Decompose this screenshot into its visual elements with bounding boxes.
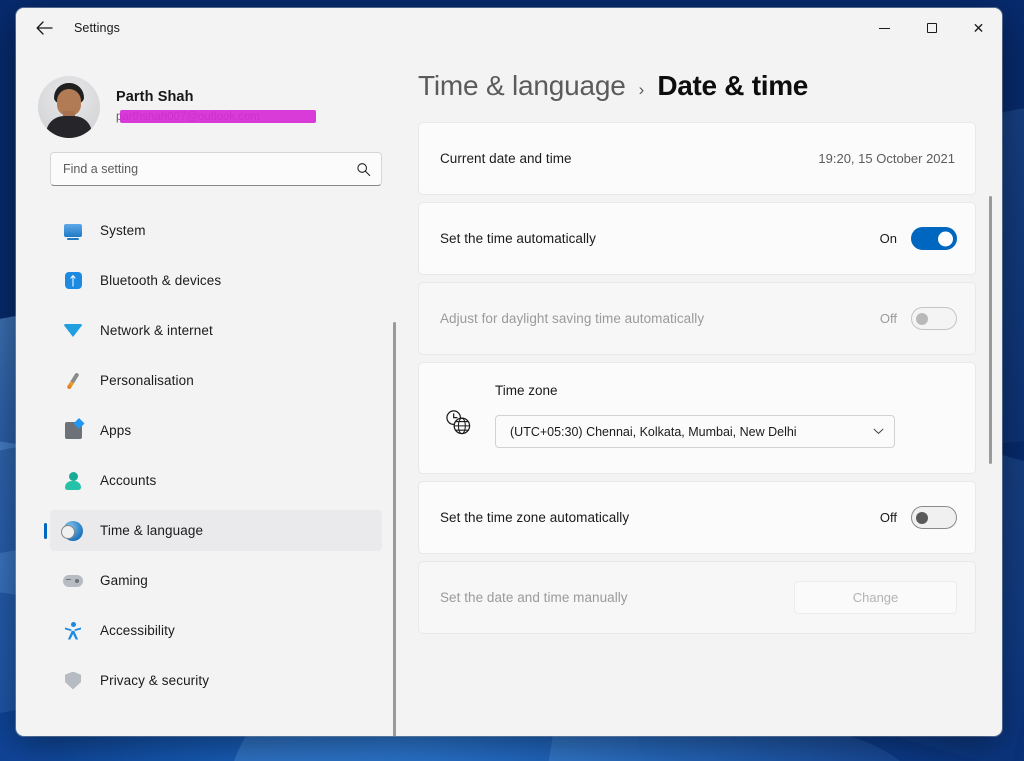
accessibility-icon <box>62 620 84 642</box>
clock-globe-glyph <box>445 409 470 434</box>
main-scrollbar[interactable] <box>989 196 992 464</box>
window-controls: ✕ <box>861 8 1002 48</box>
sidebar-item-apps[interactable]: Apps <box>50 410 382 451</box>
search-box[interactable] <box>50 152 382 186</box>
sidebar-item-accessibility[interactable]: Accessibility <box>50 610 382 651</box>
sidebar-item-bluetooth-devices[interactable]: ᛏ Bluetooth & devices <box>50 260 382 301</box>
sidebar-item-accounts[interactable]: Accounts <box>50 460 382 501</box>
card-label: Current date and time <box>440 150 572 166</box>
apps-icon <box>62 420 84 442</box>
sidebar-item-label: Accounts <box>100 473 157 488</box>
profile-name: Parth Shah <box>116 89 194 105</box>
maximize-icon <box>926 23 937 33</box>
maximize-button[interactable] <box>908 8 955 48</box>
back-button[interactable] <box>26 13 62 43</box>
sidebar-item-label: Personalisation <box>100 373 194 388</box>
shield-icon <box>62 670 84 692</box>
sidebar: Parth Shah parthshah007@outlook.com <box>16 48 406 736</box>
daylight-saving-toggle <box>911 307 957 330</box>
sidebar-item-time-language[interactable]: Time & language <box>50 510 382 551</box>
clock-globe-icon <box>443 407 473 437</box>
sidebar-nav: System ᛏ Bluetooth & devices Network & i… <box>16 210 406 736</box>
toggle-state-label: Off <box>879 311 897 326</box>
close-button[interactable]: ✕ <box>955 8 1002 48</box>
search-icon[interactable] <box>356 162 371 177</box>
profile-email-wrap: parthshah007@outlook.com <box>116 110 316 125</box>
paintbrush-icon <box>62 370 84 392</box>
card-label: Adjust for daylight saving time automati… <box>440 310 705 326</box>
time-zone-content: Time zone (UTC+05:30) Chennai, Kolkata, … <box>495 383 957 448</box>
sidebar-item-personalisation[interactable]: Personalisation <box>50 360 382 401</box>
search-input[interactable] <box>63 162 356 176</box>
monitor-icon <box>62 220 84 242</box>
sidebar-item-label: Gaming <box>100 573 148 588</box>
search-wrap <box>16 144 406 186</box>
sidebar-item-label: System <box>100 223 146 238</box>
time-zone-dropdown[interactable]: (UTC+05:30) Chennai, Kolkata, Mumbai, Ne… <box>495 415 895 448</box>
gamepad-icon <box>62 570 84 592</box>
card-daylight-saving: Adjust for daylight saving time automati… <box>418 282 976 355</box>
sidebar-item-label: Time & language <box>100 523 204 538</box>
title-bar: Settings ✕ <box>16 8 1002 48</box>
card-set-manually: Set the date and time manually Change <box>418 561 976 634</box>
profile-section[interactable]: Parth Shah parthshah007@outlook.com <box>16 48 406 144</box>
card-label: Set the time automatically <box>440 230 596 246</box>
chevron-right-icon: › <box>638 80 645 99</box>
breadcrumb-parent[interactable]: Time & language <box>418 70 626 102</box>
toggle-knob <box>916 511 928 524</box>
toggle-group: Off <box>880 506 957 529</box>
toggle-state-label: On <box>879 231 897 246</box>
bluetooth-icon: ᛏ <box>62 270 84 292</box>
toggle-group: On <box>880 227 957 250</box>
time-zone-label: Time zone <box>495 383 558 398</box>
sidebar-item-label: Bluetooth & devices <box>100 273 222 288</box>
sidebar-item-network-internet[interactable]: Network & internet <box>50 310 382 351</box>
sidebar-item-system[interactable]: System <box>50 210 382 251</box>
sidebar-item-gaming[interactable]: Gaming <box>50 560 382 601</box>
toggle-group: Off <box>880 307 957 330</box>
window-body: Parth Shah parthshah007@outlook.com <box>16 48 1002 736</box>
app-title: Settings <box>74 21 120 35</box>
profile-text: Parth Shah parthshah007@outlook.com <box>116 89 316 125</box>
card-label: Set the time zone automatically <box>440 509 630 525</box>
time-zone-selected-value: (UTC+05:30) Chennai, Kolkata, Mumbai, Ne… <box>510 424 797 439</box>
settings-window: Settings ✕ Parth Shah Find a setting Sys… <box>16 8 1002 736</box>
sidebar-item-label: Privacy & security <box>100 673 210 688</box>
back-arrow-icon <box>36 21 53 35</box>
clock-globe-icon <box>61 520 84 542</box>
card-set-time-automatically: Set the time automatically On <box>418 202 976 275</box>
person-icon <box>62 470 84 492</box>
sidebar-item-label: Accessibility <box>100 623 175 638</box>
page-title: Date & time <box>657 70 809 101</box>
avatar-body <box>46 116 92 138</box>
sidebar-item-label: Network & internet <box>100 323 213 338</box>
change-button: Change <box>794 581 957 614</box>
wifi-icon <box>62 320 84 342</box>
sidebar-item-privacy-security[interactable]: Privacy & security <box>50 660 382 701</box>
avatar <box>38 76 100 138</box>
sidebar-item-label: Apps <box>100 423 132 438</box>
card-set-time-zone-automatically: Set the time zone automatically Off <box>418 481 976 554</box>
set-time-zone-automatically-toggle[interactable] <box>911 506 957 529</box>
settings-cards: Current date and time 19:20, 15 October … <box>418 122 1002 634</box>
toggle-knob <box>938 231 953 246</box>
close-icon: ✕ <box>972 20 985 36</box>
main-content: Time & language › Date & time Current da… <box>406 48 1002 736</box>
minimize-icon <box>879 27 890 29</box>
breadcrumb: Time & language › Date & time <box>418 48 1002 122</box>
chevron-down-icon <box>873 428 884 434</box>
email-redaction-bar <box>120 110 316 123</box>
card-current-date-time: Current date and time 19:20, 15 October … <box>418 122 976 195</box>
card-label: Set the date and time manually <box>440 589 628 605</box>
toggle-state-label: Off <box>879 510 897 525</box>
sidebar-scrollbar[interactable] <box>393 322 396 736</box>
set-time-automatically-toggle[interactable] <box>911 227 957 250</box>
toggle-knob <box>916 312 928 325</box>
card-time-zone: Time zone (UTC+05:30) Chennai, Kolkata, … <box>418 362 976 474</box>
minimize-button[interactable] <box>861 8 908 48</box>
current-date-time-value: 19:20, 15 October 2021 <box>818 151 955 166</box>
